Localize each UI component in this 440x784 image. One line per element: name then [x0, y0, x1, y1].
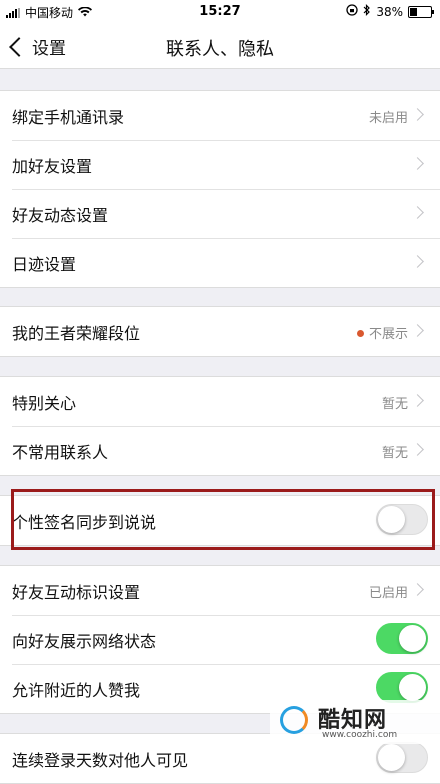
row-label: 不常用联系人	[12, 443, 109, 462]
row-label: 绑定手机通讯录	[12, 108, 125, 127]
row-friend-feed-settings[interactable]: 好友动态设置	[0, 189, 440, 238]
nearby-likes-toggle[interactable]	[376, 672, 428, 703]
row-value: 不展示	[356, 323, 408, 342]
section-special-contacts: 特别关心 暂无 不常用联系人 暂无	[0, 376, 440, 476]
row-label: 我的王者荣耀段位	[12, 324, 141, 343]
chevron-right-icon	[411, 443, 424, 456]
nav-bar: 设置 联系人、隐私	[0, 24, 440, 69]
chevron-right-icon	[411, 206, 424, 219]
row-value: 未启用	[368, 111, 408, 126]
row-interaction-badge[interactable]: 好友互动标识设置 已启用	[0, 566, 440, 615]
battery-percent: 38%	[376, 4, 403, 19]
toggle-knob	[399, 674, 426, 701]
row-game-rank[interactable]: 我的王者荣耀段位 不展示	[0, 307, 440, 356]
row-value: 暂无	[381, 446, 408, 461]
chevron-right-icon	[411, 108, 424, 121]
network-status-toggle[interactable]	[376, 623, 428, 654]
row-value-text: 不展示	[368, 327, 408, 342]
chevron-right-icon	[411, 583, 424, 596]
section-interaction: 好友互动标识设置 已启用 向好友展示网络状态 允许附近的人赞我	[0, 565, 440, 714]
page-title: 联系人、隐私	[166, 39, 274, 60]
section-game-rank: 我的王者荣耀段位 不展示	[0, 306, 440, 357]
row-value: 已启用	[368, 586, 408, 601]
row-bind-contacts[interactable]: 绑定手机通讯录 未启用	[0, 91, 440, 140]
status-bar: 中国移动 15:27 38%	[0, 0, 440, 24]
row-label: 好友互动标识设置	[12, 583, 141, 602]
row-label: 好友动态设置	[12, 206, 109, 225]
status-right: 38%	[346, 4, 434, 19]
watermark-url: www.coozhi.com	[322, 730, 398, 740]
toggle-knob	[399, 625, 426, 652]
row-label: 连续登录天数对他人可见	[12, 751, 189, 770]
row-label: 加好友设置	[12, 157, 93, 176]
section-contacts: 绑定手机通讯录 未启用 加好友设置 好友动态设置 日迹设置	[0, 90, 440, 288]
row-daily-trace-settings[interactable]: 日迹设置	[0, 238, 440, 287]
watermark-logo-icon	[280, 706, 308, 734]
toggle-knob	[378, 744, 405, 771]
login-days-toggle[interactable]	[376, 742, 428, 773]
lock-rotation-icon	[346, 4, 358, 19]
row-add-friend-settings[interactable]: 加好友设置	[0, 140, 440, 189]
row-network-status: 向好友展示网络状态	[0, 615, 440, 664]
row-label: 特别关心	[12, 394, 77, 413]
chevron-right-icon	[411, 157, 424, 170]
row-special-care[interactable]: 特别关心 暂无	[0, 377, 440, 426]
highlight-box	[11, 489, 435, 550]
bluetooth-icon	[363, 4, 371, 19]
watermark: 酷知网 www.coozhi.com	[270, 700, 440, 744]
battery-icon	[408, 5, 434, 18]
chevron-right-icon	[411, 394, 424, 407]
status-dot	[356, 330, 364, 337]
row-value: 暂无	[381, 397, 408, 412]
row-label: 向好友展示网络状态	[12, 632, 157, 651]
battery-fill	[410, 7, 417, 16]
chevron-right-icon	[411, 324, 424, 337]
row-label: 日迹设置	[12, 255, 77, 274]
row-label: 允许附近的人赞我	[12, 681, 141, 700]
chevron-right-icon	[411, 255, 424, 268]
row-infrequent-contacts[interactable]: 不常用联系人 暂无	[0, 426, 440, 475]
